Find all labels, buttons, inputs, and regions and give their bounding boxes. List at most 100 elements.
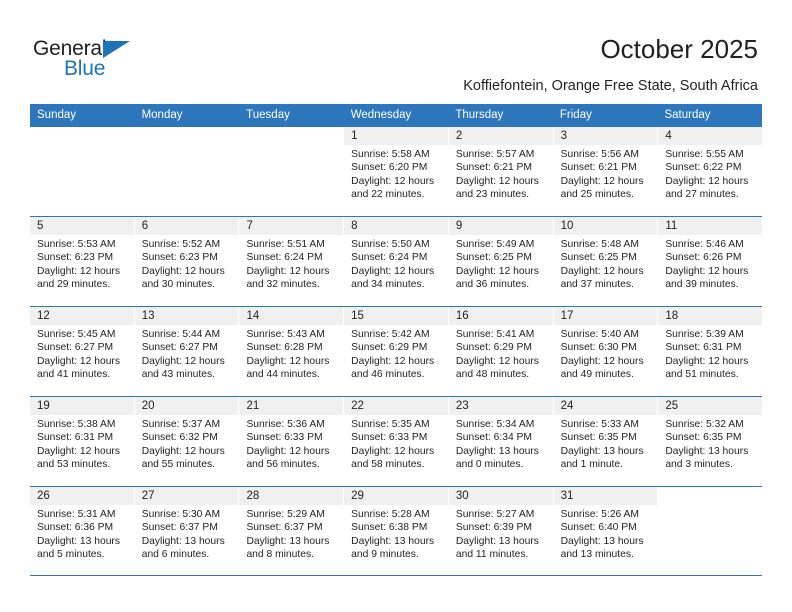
day-number: 24 xyxy=(560,400,574,412)
day-details: Sunrise: 5:35 AM Sunset: 6:33 PM Daylight:… xyxy=(344,415,448,472)
calendar-day-cell[interactable]: 20 Sunrise: 5:37 AM Sunset: 6:32 PM Dayligh… xyxy=(134,397,240,486)
calendar-day-cell[interactable]: 21 Sunrise: 5:36 AM Sunset: 6:33 PM Dayligh… xyxy=(239,397,345,486)
day-number: 4 xyxy=(665,130,672,142)
daylight-duration-line2: and 5 minutes. xyxy=(37,549,105,561)
day-number-band: 20 xyxy=(134,397,239,415)
sunrise-time: Sunrise: 5:56 AM xyxy=(560,149,640,160)
calendar-day-cell[interactable]: 5 Sunrise: 5:53 AM Sunset: 6:23 PM Daylight… xyxy=(30,217,135,306)
calendar-day-cell[interactable]: 23 Sunrise: 5:34 AM Sunset: 6:34 PM Dayligh… xyxy=(448,397,554,486)
sunset-time: Sunset: 6:28 PM xyxy=(246,342,323,354)
day-details: Sunrise: 5:32 AM Sunset: 6:35 PM Daylight:… xyxy=(658,415,762,472)
calendar-day-cell[interactable]: 4 Sunrise: 5:55 AM Sunset: 6:22 PM Daylight… xyxy=(658,127,763,216)
daylight-duration-line2: and 58 minutes. xyxy=(351,459,425,471)
day-details: Sunrise: 5:53 AM Sunset: 6:23 PM Daylight:… xyxy=(30,235,134,292)
sunset-time: Sunset: 6:33 PM xyxy=(246,432,323,444)
day-number-band: 3 xyxy=(553,127,658,145)
sunrise-time: Sunrise: 5:58 AM xyxy=(351,149,430,160)
calendar-day-cell[interactable]: 17 Sunrise: 5:40 AM Sunset: 6:30 PM Dayligh… xyxy=(553,307,659,396)
sunset-time: Sunset: 6:40 PM xyxy=(560,522,637,534)
day-number-band: 19 xyxy=(30,397,134,415)
sunset-time: Sunset: 6:39 PM xyxy=(455,522,533,534)
page-title: October 2025 xyxy=(600,34,758,64)
calendar-day-cell[interactable]: 10 Sunrise: 5:48 AM Sunset: 6:25 PM Dayligh… xyxy=(553,217,659,306)
calendar-cell-empty xyxy=(30,127,135,216)
day-number: 27 xyxy=(141,490,155,502)
daylight-duration-line2: and 9 minutes. xyxy=(351,549,419,561)
daylight-duration-line1: Daylight: 12 hours xyxy=(141,355,225,367)
sunset-time: Sunset: 6:25 PM xyxy=(455,252,533,264)
sunrise-time: Sunrise: 5:51 AM xyxy=(246,239,325,250)
calendar-day-cell[interactable]: 2 Sunrise: 5:57 AM Sunset: 6:21 PM Daylight… xyxy=(448,127,554,216)
daylight-duration-line2: and 32 minutes. xyxy=(246,279,320,291)
calendar-day-cell[interactable]: 31 Sunrise: 5:26 AM Sunset: 6:40 PM Dayligh… xyxy=(553,487,659,575)
day-number-band: 30 xyxy=(448,487,553,505)
calendar-day-cell[interactable]: 14 Sunrise: 5:43 AM Sunset: 6:28 PM Dayligh… xyxy=(239,307,345,396)
calendar-day-cell[interactable]: 9 Sunrise: 5:49 AM Sunset: 6:25 PM Daylight… xyxy=(448,217,554,306)
page-header: General Blue October 2025 Koffiefontein,… xyxy=(0,0,792,104)
calendar-day-cell[interactable]: 28 Sunrise: 5:29 AM Sunset: 6:37 PM Dayligh… xyxy=(239,487,345,575)
daylight-duration-line2: and 11 minutes. xyxy=(455,549,529,561)
calendar-day-cell[interactable]: 1 Sunrise: 5:58 AM Sunset: 6:20 PM Daylight… xyxy=(344,127,449,216)
calendar-day-cell[interactable]: 29 Sunrise: 5:28 AM Sunset: 6:38 PM Dayligh… xyxy=(344,487,449,575)
day-number-band: 4 xyxy=(658,127,763,145)
daylight-duration-line2: and 0 minutes. xyxy=(455,459,524,471)
calendar-day-cell[interactable]: 16 Sunrise: 5:41 AM Sunset: 6:29 PM Dayligh… xyxy=(448,307,554,396)
day-details: Sunrise: 5:44 AM Sunset: 6:27 PM Daylight:… xyxy=(135,325,239,382)
sunrise-time: Sunrise: 5:53 AM xyxy=(37,239,116,250)
day-number: 12 xyxy=(37,310,50,322)
daylight-duration-line1: Daylight: 12 hours xyxy=(665,175,749,187)
sunset-time: Sunset: 6:29 PM xyxy=(455,342,533,354)
sunset-time: Sunset: 6:36 PM xyxy=(37,522,114,534)
sunrise-time: Sunrise: 5:32 AM xyxy=(665,419,744,430)
calendar-day-cell[interactable]: 27 Sunrise: 5:30 AM Sunset: 6:37 PM Dayligh… xyxy=(134,487,240,575)
day-number: 5 xyxy=(37,220,44,232)
daylight-duration-line1: Daylight: 13 hours xyxy=(141,535,225,547)
day-number-band: 7 xyxy=(239,217,344,235)
day-number-band xyxy=(30,127,134,145)
daylight-duration-line1: Daylight: 13 hours xyxy=(455,535,539,547)
daylight-duration-line1: Daylight: 12 hours xyxy=(455,355,539,367)
daylight-duration-line1: Daylight: 12 hours xyxy=(246,445,330,457)
daylight-duration-line1: Daylight: 12 hours xyxy=(37,265,120,277)
day-details: Sunrise: 5:36 AM Sunset: 6:33 PM Daylight:… xyxy=(239,415,343,472)
day-details: Sunrise: 5:43 AM Sunset: 6:28 PM Daylight:… xyxy=(239,325,343,382)
sunset-time: Sunset: 6:33 PM xyxy=(351,432,428,444)
day-details: Sunrise: 5:56 AM Sunset: 6:21 PM Daylight:… xyxy=(554,145,658,202)
calendar-day-cell[interactable]: 19 Sunrise: 5:38 AM Sunset: 6:31 PM Dayligh… xyxy=(30,397,135,486)
daylight-duration-line1: Daylight: 13 hours xyxy=(246,535,330,547)
daylight-duration-line2: and 46 minutes. xyxy=(351,369,425,381)
calendar-cell-empty xyxy=(658,487,763,575)
calendar-day-cell[interactable]: 24 Sunrise: 5:33 AM Sunset: 6:35 PM Dayligh… xyxy=(553,397,659,486)
sunset-time: Sunset: 6:25 PM xyxy=(560,252,637,264)
day-number: 25 xyxy=(665,400,679,412)
calendar-day-cell[interactable]: 25 Sunrise: 5:32 AM Sunset: 6:35 PM Dayligh… xyxy=(658,397,763,486)
calendar-day-cell[interactable]: 15 Sunrise: 5:42 AM Sunset: 6:29 PM Dayligh… xyxy=(344,307,449,396)
calendar-day-cell[interactable]: 26 Sunrise: 5:31 AM Sunset: 6:36 PM Dayligh… xyxy=(30,487,135,575)
calendar-day-cell[interactable]: 7 Sunrise: 5:51 AM Sunset: 6:24 PM Daylight… xyxy=(239,217,345,306)
calendar-grid: Sunday Monday Tuesday Wednesday Thursday… xyxy=(30,104,763,576)
calendar-day-cell[interactable]: 11 Sunrise: 5:46 AM Sunset: 6:26 PM Dayligh… xyxy=(658,217,763,306)
day-details: Sunrise: 5:45 AM Sunset: 6:27 PM Daylight:… xyxy=(30,325,134,382)
daylight-duration-line2: and 22 minutes. xyxy=(351,189,425,201)
sunset-time: Sunset: 6:32 PM xyxy=(141,432,218,444)
calendar-day-cell[interactable]: 18 Sunrise: 5:39 AM Sunset: 6:31 PM Dayligh… xyxy=(658,307,763,396)
daylight-duration-line1: Daylight: 12 hours xyxy=(560,265,644,277)
sunset-time: Sunset: 6:23 PM xyxy=(37,252,114,264)
calendar-day-cell[interactable]: 13 Sunrise: 5:44 AM Sunset: 6:27 PM Dayligh… xyxy=(134,307,240,396)
daylight-duration-line2: and 53 minutes. xyxy=(37,459,111,471)
weekday-header-thursday: Thursday xyxy=(455,109,504,121)
weekday-header-sunday: Sunday xyxy=(37,109,77,121)
calendar-day-cell[interactable]: 22 Sunrise: 5:35 AM Sunset: 6:33 PM Dayligh… xyxy=(344,397,449,486)
day-details: Sunrise: 5:50 AM Sunset: 6:24 PM Daylight:… xyxy=(344,235,448,292)
calendar-day-cell[interactable]: 3 Sunrise: 5:56 AM Sunset: 6:21 PM Daylight… xyxy=(553,127,659,216)
day-number: 10 xyxy=(560,220,574,232)
calendar-day-cell[interactable]: 8 Sunrise: 5:50 AM Sunset: 6:24 PM Daylight… xyxy=(344,217,449,306)
sunset-time: Sunset: 6:31 PM xyxy=(665,342,742,354)
day-number: 11 xyxy=(665,220,678,232)
calendar-day-cell[interactable]: 12 Sunrise: 5:45 AM Sunset: 6:27 PM Dayligh… xyxy=(30,307,135,396)
daylight-duration-line1: Daylight: 12 hours xyxy=(665,355,749,367)
day-number: 29 xyxy=(351,490,364,502)
calendar-day-cell[interactable]: 30 Sunrise: 5:27 AM Sunset: 6:39 PM Dayligh… xyxy=(448,487,554,575)
sunrise-time: Sunrise: 5:40 AM xyxy=(560,329,640,340)
calendar-day-cell[interactable]: 6 Sunrise: 5:52 AM Sunset: 6:23 PM Daylight… xyxy=(134,217,240,306)
